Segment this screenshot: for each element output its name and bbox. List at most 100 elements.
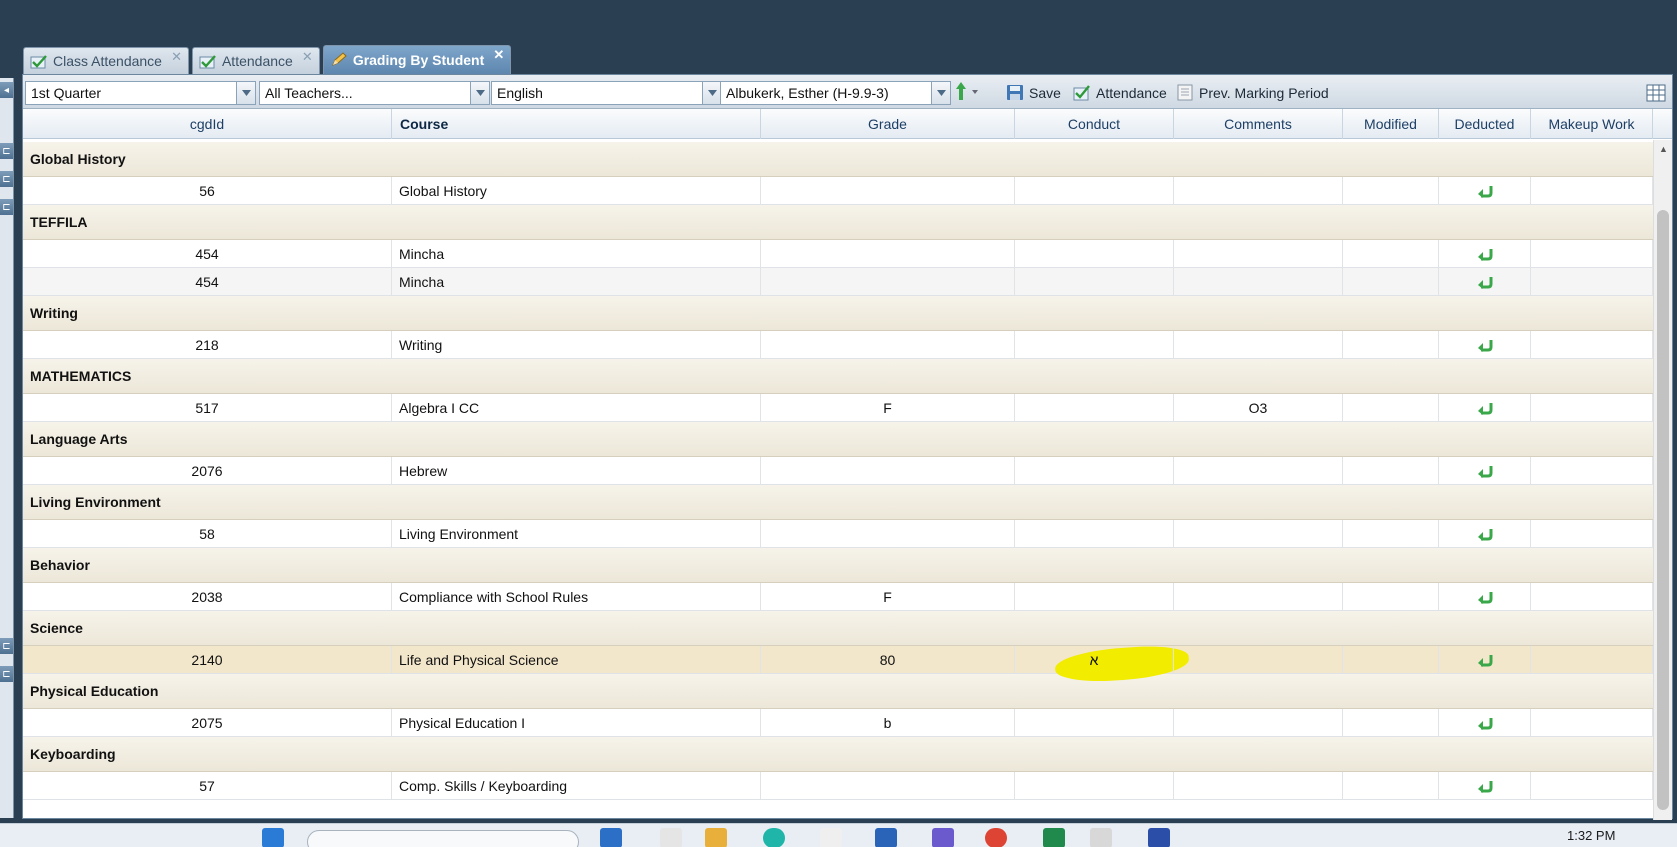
close-icon[interactable]: ✕ [171,50,182,64]
app-icon[interactable] [1148,828,1170,847]
cell-comments[interactable] [1174,772,1343,799]
cell-comments[interactable] [1174,331,1343,358]
cell-makeup-work[interactable] [1531,772,1653,799]
cell-comments[interactable] [1174,646,1343,673]
undo-arrow-icon[interactable] [1476,652,1494,668]
prev-marking-period-button[interactable]: Prev. Marking Period [1176,84,1329,101]
group-header[interactable]: Behavior [23,548,1654,583]
app-icon[interactable] [763,828,785,847]
table-row[interactable]: 56 Global History [23,177,1654,205]
cell-comments[interactable] [1174,457,1343,484]
cell-grade[interactable] [761,331,1015,358]
cell-grade[interactable] [761,268,1015,295]
table-row[interactable]: 454 Mincha [23,240,1654,268]
close-icon[interactable]: ✕ [302,50,313,64]
close-icon[interactable]: ✕ [493,48,504,62]
app-icon[interactable] [660,828,682,847]
undo-arrow-icon[interactable] [1476,526,1494,542]
cell-conduct[interactable] [1015,520,1174,547]
undo-arrow-icon[interactable] [1476,715,1494,731]
filter-icon[interactable]: ⊏ [0,199,13,215]
group-header[interactable]: Living Environment [23,485,1654,520]
cell-makeup-work[interactable] [1531,583,1653,610]
cell-grade[interactable] [761,177,1015,204]
app-icon[interactable] [932,828,954,847]
collapse-arrow-icon[interactable]: ◂ [0,82,13,98]
tab-attendance[interactable]: Attendance ✕ [191,47,320,74]
cell-conduct[interactable]: א [1015,646,1174,673]
undo-arrow-icon[interactable] [1476,183,1494,199]
column-header-deducted[interactable]: Deducted [1439,109,1531,139]
vertical-scrollbar[interactable]: ▲ [1653,140,1672,820]
column-header-makeup-work[interactable]: Makeup Work [1531,109,1653,139]
chevron-down-icon[interactable] [236,82,255,104]
save-button[interactable]: Save [1006,84,1061,101]
chevron-down-icon[interactable] [702,82,721,104]
student-select[interactable]: Albukerk, Esther (H-9.9-3) [720,81,951,105]
cell-comments[interactable] [1174,177,1343,204]
cell-conduct[interactable] [1015,772,1174,799]
table-row[interactable]: 2140 Life and Physical Science 80 א [23,643,1654,685]
cell-makeup-work[interactable] [1531,646,1653,673]
filter-icon[interactable]: ⊏ [0,143,13,159]
cell-grade[interactable] [761,457,1015,484]
tab-grading-by-student[interactable]: Grading By Student ✕ [322,45,512,74]
taskbar-search-input[interactable] [307,830,579,847]
column-header-grade[interactable]: Grade [761,109,1015,139]
cell-comments[interactable] [1174,520,1343,547]
cell-conduct[interactable] [1015,177,1174,204]
cell-grade[interactable]: F [761,394,1015,421]
cell-makeup-work[interactable] [1531,240,1653,267]
group-header[interactable]: Keyboarding [23,737,1654,772]
app-icon[interactable] [1043,828,1065,847]
group-header[interactable]: Science [23,611,1654,646]
table-row[interactable]: 2076 Hebrew [23,457,1654,485]
app-icon[interactable] [875,828,897,847]
cell-makeup-work[interactable] [1531,457,1653,484]
cell-comments[interactable] [1174,268,1343,295]
column-header-course[interactable]: Course [392,109,761,139]
cell-conduct[interactable] [1015,331,1174,358]
undo-arrow-icon[interactable] [1476,400,1494,416]
cell-grade[interactable]: 80 [761,646,1015,673]
app-icon[interactable] [1090,828,1112,847]
column-header-cgdid[interactable]: cgdId [23,109,392,139]
app-icon[interactable] [600,828,622,847]
chevron-down-icon[interactable] [931,82,950,104]
undo-arrow-icon[interactable] [1476,337,1494,353]
group-header[interactable]: TEFFILA [23,205,1654,240]
undo-arrow-icon[interactable] [1476,589,1494,605]
cell-conduct[interactable] [1015,457,1174,484]
cell-makeup-work[interactable] [1531,709,1653,736]
filter-icon[interactable]: ⊏ [0,171,13,187]
cell-makeup-work[interactable] [1531,268,1653,295]
undo-arrow-icon[interactable] [1476,274,1494,290]
cell-comments[interactable] [1174,709,1343,736]
undo-arrow-icon[interactable] [1476,463,1494,479]
cell-grade[interactable] [761,772,1015,799]
cell-conduct[interactable] [1015,240,1174,267]
cell-makeup-work[interactable] [1531,394,1653,421]
column-header-comments[interactable]: Comments [1174,109,1343,139]
folder-icon[interactable] [705,828,727,847]
filter-icon[interactable]: ⊏ [0,666,13,682]
group-header[interactable]: MATHEMATICS [23,359,1654,394]
cell-conduct[interactable] [1015,394,1174,421]
column-header-conduct[interactable]: Conduct [1015,109,1174,139]
undo-arrow-icon[interactable] [1476,778,1494,794]
language-select[interactable]: English [491,81,722,105]
table-row[interactable]: 58 Living Environment [23,520,1654,548]
cell-comments[interactable]: O3 [1174,394,1343,421]
scrollbar-thumb[interactable] [1657,210,1669,810]
chevron-down-icon[interactable] [470,82,489,104]
cell-comments[interactable] [1174,240,1343,267]
sort-up-button[interactable] [955,81,985,101]
marking-period-select[interactable]: 1st Quarter [25,81,256,105]
cell-grade[interactable] [761,240,1015,267]
cell-makeup-work[interactable] [1531,331,1653,358]
table-row[interactable]: 218 Writing [23,331,1654,359]
document-icon[interactable] [820,828,842,847]
cell-conduct[interactable] [1015,268,1174,295]
cell-makeup-work[interactable] [1531,177,1653,204]
group-header[interactable]: Language Arts [23,422,1654,457]
